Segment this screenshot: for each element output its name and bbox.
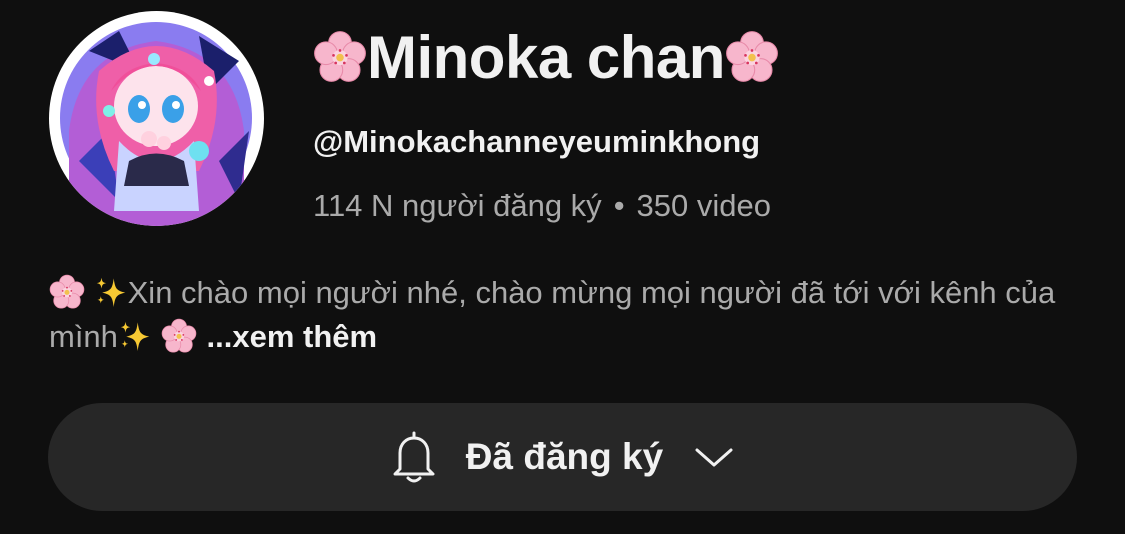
channel-stats: 114 N người đăng ký • 350 video: [313, 184, 771, 228]
sparkles-icon: [118, 319, 152, 353]
subscribed-label: Đã đăng ký: [465, 436, 664, 477]
channel-description[interactable]: Xin chào mọi người nhé, chào mừng mọi ng…: [49, 271, 1079, 359]
cherry-blossom-icon: [161, 318, 197, 354]
channel-handle: @Minokachanneyeuminkhong: [313, 124, 761, 159]
cherry-blossom-icon: [313, 30, 367, 84]
video-count: 350 video: [636, 188, 771, 223]
cherry-blossom-icon: [49, 274, 85, 310]
description-text: Xin chào mọi người nhé, chào mừng mọi ng…: [49, 275, 1056, 354]
avatar-image: [49, 11, 264, 226]
subscribed-button[interactable]: Đã đăng ký: [48, 403, 1077, 511]
see-more-link[interactable]: ...xem thêm: [207, 319, 378, 354]
channel-avatar[interactable]: [49, 11, 264, 226]
cherry-blossom-icon: [725, 30, 779, 84]
channel-name-text: Minoka chan: [367, 24, 725, 91]
sparkles-icon: [94, 275, 128, 309]
chevron-down-icon: [695, 448, 733, 467]
bell-icon: [393, 431, 435, 483]
stats-separator: •: [613, 188, 625, 223]
subscriber-count: 114 N người đăng ký: [313, 188, 602, 223]
channel-name: Minoka chan: [313, 22, 779, 94]
